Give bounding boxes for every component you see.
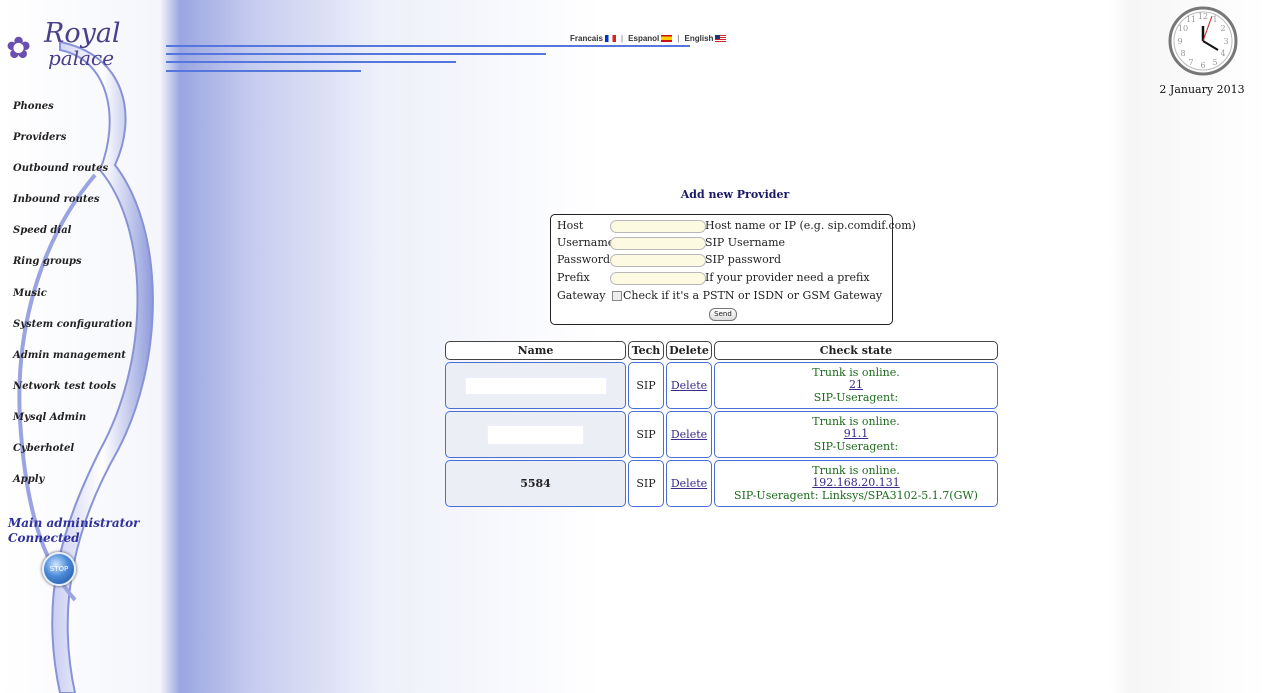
column-header-tech: Tech bbox=[628, 341, 664, 360]
host-hint: Host name or IP (e.g. sip.comdif.com) bbox=[705, 219, 916, 232]
svg-text:10: 10 bbox=[1178, 24, 1188, 33]
table-row-name-cell bbox=[445, 411, 626, 458]
header-line bbox=[166, 61, 456, 63]
sip-useragent: SIP-Useragent: Linksys/SPA3102-5.1.7(GW) bbox=[734, 488, 978, 502]
form-title: Add new Provider bbox=[680, 188, 790, 201]
gateway-checkbox[interactable] bbox=[612, 291, 622, 301]
delete-link[interactable]: Delete bbox=[671, 428, 707, 441]
es-flag-icon bbox=[661, 35, 673, 43]
prefix-input[interactable] bbox=[610, 272, 706, 285]
prefix-label: Prefix bbox=[557, 271, 590, 284]
gateway-checkbox-label: Check if it's a PSTN or ISDN or GSM Gate… bbox=[623, 289, 883, 302]
lang-francais[interactable]: Francais bbox=[570, 34, 616, 43]
lang-espanol[interactable]: Espanol bbox=[628, 34, 673, 43]
username-input[interactable] bbox=[610, 237, 706, 250]
add-provider-form: Host Host name or IP (e.g. sip.comdif.co… bbox=[550, 214, 916, 325]
sidebar-nav: Phones Providers Outbound routes Inbound… bbox=[13, 100, 132, 504]
delete-link[interactable]: Delete bbox=[671, 379, 707, 392]
sidebar-item-inbound-routes[interactable]: Inbound routes bbox=[13, 193, 132, 224]
brand-logo: ✿ Royal palace bbox=[4, 18, 124, 78]
sidebar-item-speed-dial[interactable]: Speed dial bbox=[13, 224, 132, 255]
username-label: Username bbox=[557, 236, 615, 249]
sidebar-item-music[interactable]: Music bbox=[13, 287, 132, 318]
host-label: Host bbox=[557, 219, 584, 232]
table-row-name-cell: 5584 bbox=[445, 460, 626, 507]
fr-flag-icon bbox=[604, 35, 616, 43]
svg-text:9: 9 bbox=[1177, 37, 1182, 46]
admin-role-text: Main administrator bbox=[8, 516, 140, 530]
svg-text:6: 6 bbox=[1200, 61, 1205, 70]
connection-status-text: Connected bbox=[8, 531, 80, 545]
sidebar-item-mysql-admin[interactable]: Mysql Admin bbox=[13, 411, 132, 442]
table-row-delete-cell: Delete bbox=[666, 411, 712, 458]
table-row-state-cell: Trunk is online. 21 SIP-Useragent: bbox=[714, 362, 998, 409]
trunk-address-link[interactable]: 192.168.20.131 bbox=[812, 477, 899, 490]
table-row-state-cell: Trunk is online. 192.168.20.131 SIP-User… bbox=[714, 460, 998, 507]
logo-text-top: Royal bbox=[44, 18, 121, 49]
sidebar-item-system-configuration[interactable]: System configuration bbox=[13, 318, 132, 349]
svg-text:11: 11 bbox=[1186, 15, 1196, 24]
current-date: 2 January 2013 bbox=[1159, 83, 1245, 96]
send-button[interactable]: Send bbox=[709, 308, 737, 321]
delete-link[interactable]: Delete bbox=[671, 477, 707, 490]
table-row-tech-cell: SIP bbox=[628, 460, 664, 507]
table-row-delete-cell: Delete bbox=[666, 460, 712, 507]
svg-text:7: 7 bbox=[1188, 58, 1193, 67]
redacted-name bbox=[465, 377, 606, 394]
sidebar-item-apply[interactable]: Apply bbox=[13, 473, 132, 504]
sidebar-item-admin-management[interactable]: Admin management bbox=[13, 349, 132, 380]
svg-text:2: 2 bbox=[1220, 24, 1225, 33]
language-selector: Francais | Espanol | English bbox=[570, 34, 727, 43]
sidebar-item-network-test-tools[interactable]: Network test tools bbox=[13, 380, 132, 411]
header-line bbox=[166, 45, 690, 47]
admin-status: Main administrator Connected bbox=[8, 516, 140, 546]
host-input[interactable] bbox=[610, 220, 706, 233]
sidebar-item-providers[interactable]: Providers bbox=[13, 131, 132, 162]
svg-text:4: 4 bbox=[1220, 49, 1225, 58]
username-hint: SIP Username bbox=[705, 236, 786, 249]
table-row-tech-cell: SIP bbox=[628, 411, 664, 458]
password-hint: SIP password bbox=[705, 253, 782, 266]
stop-button[interactable]: STOP bbox=[42, 552, 76, 586]
logo-text-bottom: palace bbox=[48, 46, 115, 70]
table-row-state-cell: Trunk is online. 91.1 SIP-Useragent: bbox=[714, 411, 998, 458]
sidebar-item-cyberhotel[interactable]: Cyberhotel bbox=[13, 442, 132, 473]
svg-text:12: 12 bbox=[1198, 12, 1208, 21]
password-label: Password bbox=[557, 253, 611, 266]
column-header-delete: Delete bbox=[666, 341, 712, 360]
svg-text:3: 3 bbox=[1223, 37, 1228, 46]
flower-icon: ✿ bbox=[6, 31, 32, 66]
svg-text:1: 1 bbox=[1212, 15, 1217, 24]
sidebar-item-outbound-routes[interactable]: Outbound routes bbox=[13, 162, 132, 193]
lang-english[interactable]: English bbox=[685, 34, 727, 43]
sidebar-item-phones[interactable]: Phones bbox=[13, 100, 132, 131]
svg-text:5: 5 bbox=[1212, 58, 1217, 67]
sip-useragent: SIP-Useragent: bbox=[813, 390, 899, 404]
svg-text:8: 8 bbox=[1180, 49, 1185, 58]
header-line bbox=[166, 53, 546, 55]
gateway-label: Gateway bbox=[557, 289, 606, 302]
table-row-name-cell bbox=[445, 362, 626, 409]
column-header-name: Name bbox=[445, 341, 626, 360]
prefix-hint: If your provider need a prefix bbox=[705, 271, 870, 284]
us-flag-icon bbox=[715, 35, 727, 43]
table-row-delete-cell: Delete bbox=[666, 362, 712, 409]
trunk-address-link[interactable]: 91.1 bbox=[844, 428, 869, 441]
header-line bbox=[166, 70, 361, 72]
redacted-name bbox=[488, 425, 583, 444]
analog-clock-icon: 12 12 345 678 91011 bbox=[1168, 6, 1238, 76]
sip-useragent: SIP-Useragent: bbox=[813, 439, 899, 453]
trunk-address-link[interactable]: 21 bbox=[849, 379, 863, 392]
column-header-check-state: Check state bbox=[714, 341, 998, 360]
table-row-tech-cell: SIP bbox=[628, 362, 664, 409]
sidebar-item-ring-groups[interactable]: Ring groups bbox=[13, 255, 132, 286]
password-input[interactable] bbox=[610, 254, 706, 267]
